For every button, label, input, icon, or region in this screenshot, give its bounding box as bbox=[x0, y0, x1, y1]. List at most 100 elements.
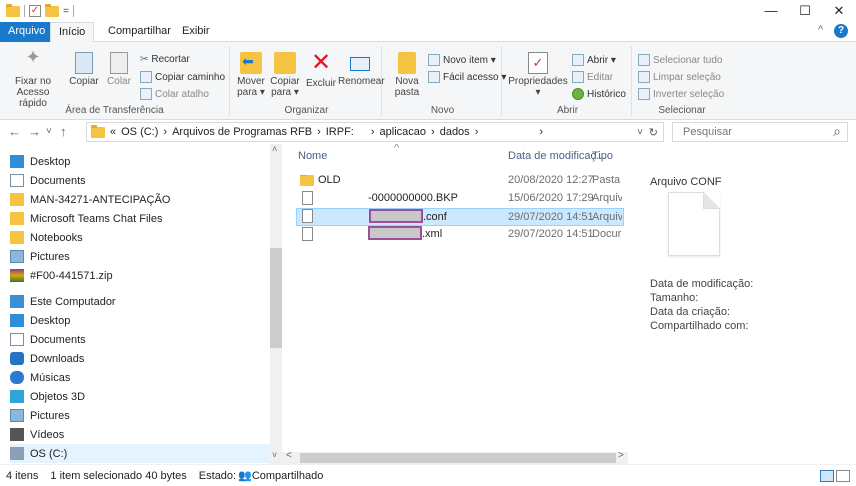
sidebar-item-label: Vídeos bbox=[30, 428, 65, 441]
sidebar-item[interactable]: Este Computador bbox=[10, 292, 116, 311]
file-row[interactable]: OLD 20/08/2020 12:27 Pasta bbox=[296, 172, 624, 190]
properties-button[interactable]: ✓ Propriedades ▾ bbox=[508, 52, 568, 98]
breadcrumb-sep[interactable]: › bbox=[163, 126, 167, 138]
qat-customize-icon[interactable]: = bbox=[63, 6, 69, 17]
column-name[interactable]: Nome bbox=[298, 150, 327, 162]
new-folder-button[interactable]: Nova pasta bbox=[392, 52, 422, 98]
sidebar-item[interactable]: OS (C:) bbox=[10, 444, 270, 463]
tab-compartilhar[interactable]: Compartilhar bbox=[100, 22, 179, 42]
delete-button[interactable]: ✕ Excluir bbox=[304, 51, 338, 90]
tab-arquivo[interactable]: Arquivo bbox=[0, 22, 54, 42]
breadcrumb-trail[interactable]: › bbox=[539, 126, 543, 138]
sidebar-item[interactable]: Pictures bbox=[10, 406, 70, 425]
folder-icon bbox=[10, 231, 24, 244]
address-row: ← → ˅ ↑ « OS (C:) › Arquivos de Programa… bbox=[0, 120, 856, 144]
address-bar[interactable]: « OS (C:) › Arquivos de Programas RFB › … bbox=[86, 122, 664, 142]
sidebar-item[interactable]: Desktop bbox=[10, 311, 70, 330]
invert-selection-button[interactable]: Inverter seleção bbox=[638, 88, 724, 100]
close-button[interactable]: ✕ bbox=[822, 0, 856, 22]
sidebar-item[interactable]: Pictures bbox=[10, 247, 70, 266]
breadcrumb-drive[interactable]: OS (C:) bbox=[121, 126, 158, 138]
new-item-button[interactable]: Novo item ▾ bbox=[428, 54, 496, 66]
folder-icon[interactable] bbox=[6, 3, 20, 17]
sidebar-item[interactable]: Documents bbox=[10, 330, 86, 349]
separator bbox=[72, 5, 74, 17]
tab-exibir[interactable]: Exibir bbox=[174, 22, 218, 42]
copy-to-button[interactable]: Copiar para ▾ bbox=[268, 52, 302, 98]
file-list-scrollbar-thumb[interactable] bbox=[300, 453, 616, 463]
sidebar-item[interactable]: MAN-34271-ANTECIPAÇÃO bbox=[10, 190, 170, 209]
minimize-button[interactable]: — bbox=[754, 0, 788, 22]
cut-button[interactable]: ✂ Recortar bbox=[140, 54, 190, 65]
file-row[interactable]: -0000000000.BKP 15/06/2020 17:29 Arquiv bbox=[296, 190, 624, 208]
search-icon[interactable]: ⌕ bbox=[833, 123, 841, 140]
sidebar-item[interactable]: Downloads bbox=[10, 349, 84, 368]
window-controls: — ☐ ✕ bbox=[754, 0, 856, 22]
rename-button[interactable]: Renomear bbox=[338, 52, 385, 87]
address-dropdown-icon[interactable]: ˅ bbox=[637, 127, 643, 138]
clear-selection-button[interactable]: Limpar seleção bbox=[638, 71, 721, 83]
properties-icon: ✓ bbox=[528, 52, 548, 74]
shared-users-icon: 👥 bbox=[238, 470, 252, 482]
scroll-right-icon[interactable]: > bbox=[618, 450, 624, 461]
sidebar-item[interactable]: Vídeos bbox=[10, 425, 64, 444]
open-group-label: Abrir bbox=[556, 105, 579, 116]
copy-path-button[interactable]: Copiar caminho bbox=[140, 71, 225, 83]
sidebar-item[interactable]: Desktop bbox=[10, 152, 70, 171]
scroll-down-icon[interactable]: ˅ bbox=[272, 450, 277, 460]
edit-button[interactable]: Editar bbox=[572, 71, 613, 83]
sidebar-item[interactable]: Documents bbox=[10, 171, 86, 190]
breadcrumb-sep[interactable]: › bbox=[431, 126, 435, 138]
title-bar: ✓ = — ☐ ✕ bbox=[0, 0, 856, 22]
tab-inicio[interactable]: Início bbox=[50, 22, 95, 43]
breadcrumb-sep[interactable]: › bbox=[475, 126, 479, 138]
refresh-icon[interactable]: ↻ bbox=[649, 126, 658, 139]
redacted-name bbox=[368, 226, 422, 240]
history-button[interactable]: Histórico bbox=[572, 88, 626, 100]
paste-button[interactable]: Colar bbox=[104, 52, 134, 87]
open-group: ✓ Propriedades ▾ Abrir ▾ Editar Históric… bbox=[504, 46, 632, 116]
sidebar-item[interactable]: Notebooks bbox=[10, 228, 83, 247]
sidebar-item[interactable]: Objetos 3D bbox=[10, 387, 85, 406]
sidebar-item[interactable]: Músicas bbox=[10, 368, 70, 387]
details-view-icon[interactable] bbox=[820, 469, 834, 482]
breadcrumb-programs[interactable]: Arquivos de Programas RFB bbox=[172, 126, 312, 138]
sidebar-item[interactable]: Microsoft Teams Chat Files bbox=[10, 209, 162, 228]
back-arrow-icon[interactable]: ← bbox=[8, 124, 21, 139]
select-all-button[interactable]: Selecionar tudo bbox=[638, 54, 723, 66]
breadcrumb-irpf[interactable]: IRPF: bbox=[326, 126, 354, 138]
delete-label: Excluir bbox=[305, 78, 336, 89]
maximize-button[interactable]: ☐ bbox=[788, 0, 822, 22]
select-group: Selecionar tudo Limpar seleção Inverter … bbox=[634, 46, 730, 116]
properties-check-icon[interactable]: ✓ bbox=[29, 5, 41, 17]
forward-arrow-icon[interactable]: → bbox=[28, 124, 41, 139]
nav-scrollbar-thumb[interactable] bbox=[270, 248, 282, 348]
move-to-icon: ⬅ bbox=[240, 52, 262, 74]
recent-locations-icon[interactable]: ˅ bbox=[46, 126, 52, 137]
paste-shortcut-button[interactable]: Colar atalho bbox=[140, 88, 209, 100]
breadcrumb-sep[interactable]: › bbox=[317, 126, 321, 138]
sidebar-item-label: OS (C:) bbox=[30, 447, 68, 460]
copy-button[interactable]: Copiar bbox=[66, 52, 102, 87]
new-folder-icon[interactable] bbox=[45, 3, 59, 17]
breadcrumb-sep[interactable]: › bbox=[371, 126, 375, 138]
large-icons-view-icon[interactable] bbox=[836, 469, 850, 482]
file-row[interactable]: .xml 29/07/2020 14:51 Docur bbox=[296, 226, 624, 244]
sidebar-item[interactable]: #F00-441571.zip bbox=[10, 266, 113, 285]
easy-access-button[interactable]: Fácil acesso ▾ bbox=[428, 71, 506, 83]
file-row-selected[interactable]: .conf 29/07/2020 14:51 Arquiv bbox=[296, 208, 624, 226]
move-to-button[interactable]: ⬅ Mover para ▾ bbox=[234, 52, 268, 98]
column-type[interactable]: Tipo bbox=[592, 150, 613, 162]
ribbon-collapse-icon[interactable]: ^ bbox=[818, 24, 823, 36]
breadcrumb-dados[interactable]: dados bbox=[440, 126, 470, 138]
search-input[interactable]: Pesquisar ⌕ bbox=[672, 122, 848, 142]
breadcrumb-overflow[interactable]: « bbox=[110, 126, 116, 138]
scroll-left-icon[interactable]: < bbox=[286, 450, 292, 461]
open-button[interactable]: Abrir ▾ bbox=[572, 54, 616, 66]
scroll-up-icon[interactable]: ˄ bbox=[272, 144, 277, 154]
column-date[interactable]: Data de modificaç... bbox=[508, 150, 605, 162]
help-icon[interactable]: ? bbox=[834, 24, 848, 38]
pin-quick-access-button[interactable]: ✦ Fixar no Acesso rápido bbox=[4, 48, 62, 109]
up-arrow-icon[interactable]: ↑ bbox=[60, 124, 67, 139]
breadcrumb-aplicacao[interactable]: aplicacao bbox=[380, 126, 426, 138]
